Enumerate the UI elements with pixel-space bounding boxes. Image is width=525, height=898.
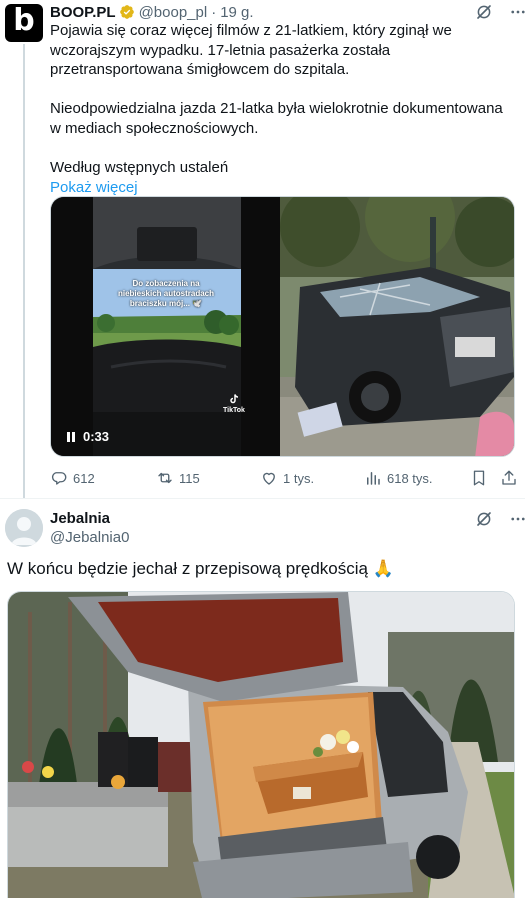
video-duration[interactable]: 0:33 xyxy=(65,429,109,444)
tweet-top-actions xyxy=(474,2,525,22)
more-icon[interactable] xyxy=(508,509,525,529)
more-icon[interactable] xyxy=(508,2,525,22)
avatar-jebalnia[interactable] xyxy=(5,509,43,547)
repost-count: 115 xyxy=(179,470,200,486)
reply-icon xyxy=(51,472,67,485)
thread-connector-line xyxy=(23,44,25,498)
share-button[interactable] xyxy=(500,468,518,488)
views-button[interactable]: 618 tys. xyxy=(364,468,433,488)
show-more-link[interactable]: Pokaż więcej xyxy=(50,178,510,198)
reply-count: 612 xyxy=(73,470,95,486)
like-count: 1 tys. xyxy=(283,470,315,486)
tweet-paragraph-1: Pojawia się coraz więcej filmów z 21-lat… xyxy=(50,22,452,79)
avatar-letter: b xyxy=(13,3,35,38)
author-handle[interactable]: @boop_pl xyxy=(139,4,208,21)
tweet-paragraph-2: Nieodpowiedzialna jazda 21-latka była wi… xyxy=(50,100,503,137)
tweet-header: BOOP.PL @boop_pl · 19 g. xyxy=(50,3,254,21)
repost-icon xyxy=(158,472,172,484)
tweet-actions: 612 115 1 tys. 618 tys. xyxy=(50,468,520,488)
tiktok-icon xyxy=(230,394,239,404)
tweet-media-grid: Do zobaczenia na niebieskich autostradac… xyxy=(50,196,515,457)
views-icon xyxy=(367,472,380,485)
tweet-text: W końcu będzie jechał z przepisową prędk… xyxy=(7,559,394,578)
verified-badge-icon[interactable] xyxy=(119,4,135,20)
views-count: 618 tys. xyxy=(387,470,433,486)
video-frame xyxy=(51,197,282,456)
hearse-image xyxy=(8,592,514,898)
repost-button[interactable]: 115 xyxy=(156,468,200,488)
bookmark-icon xyxy=(473,470,485,486)
reply-button[interactable]: 612 xyxy=(50,468,95,488)
share-icon xyxy=(502,470,516,485)
bookmark-button[interactable] xyxy=(470,468,488,488)
pause-icon[interactable] xyxy=(65,431,77,443)
grok-icon[interactable] xyxy=(474,2,494,22)
avatar-boop[interactable]: b xyxy=(5,4,43,42)
author-handle[interactable]: @Jebalnia0 xyxy=(50,529,129,546)
default-avatar-icon xyxy=(5,509,43,547)
tweet-jebalnia[interactable]: Jebalnia @Jebalnia0 W końcu będzie jecha… xyxy=(0,498,525,898)
crash-photo[interactable] xyxy=(280,197,514,456)
author-name[interactable]: Jebalnia xyxy=(50,510,110,527)
like-icon xyxy=(263,472,275,485)
author-name[interactable]: BOOP.PL xyxy=(50,4,116,21)
grok-icon[interactable] xyxy=(474,509,494,529)
separator-dot: · xyxy=(211,3,217,21)
timestamp[interactable]: 19 g. xyxy=(220,4,253,21)
crashed-car-image xyxy=(280,197,514,456)
tweet-paragraph-3: Według wstępnych ustaleń xyxy=(50,159,229,177)
duration-label: 0:33 xyxy=(83,429,110,444)
video-player[interactable]: Do zobaczenia na niebieskich autostradac… xyxy=(51,197,282,456)
hearse-photo[interactable] xyxy=(7,591,515,898)
tweet-text: Pojawia się coraz więcej filmów z 21-lat… xyxy=(50,21,510,197)
tiktok-watermark: TikTok xyxy=(223,393,245,414)
tweet-boop[interactable]: b BOOP.PL @boop_pl · 19 g. Pojawia się c… xyxy=(0,0,525,498)
video-caption-overlay: Do zobaczenia na niebieskich autostradac… xyxy=(117,279,215,308)
tweet-top-actions xyxy=(474,509,525,529)
like-button[interactable]: 1 tys. xyxy=(260,468,314,488)
tiktok-label: TikTok xyxy=(223,407,245,414)
